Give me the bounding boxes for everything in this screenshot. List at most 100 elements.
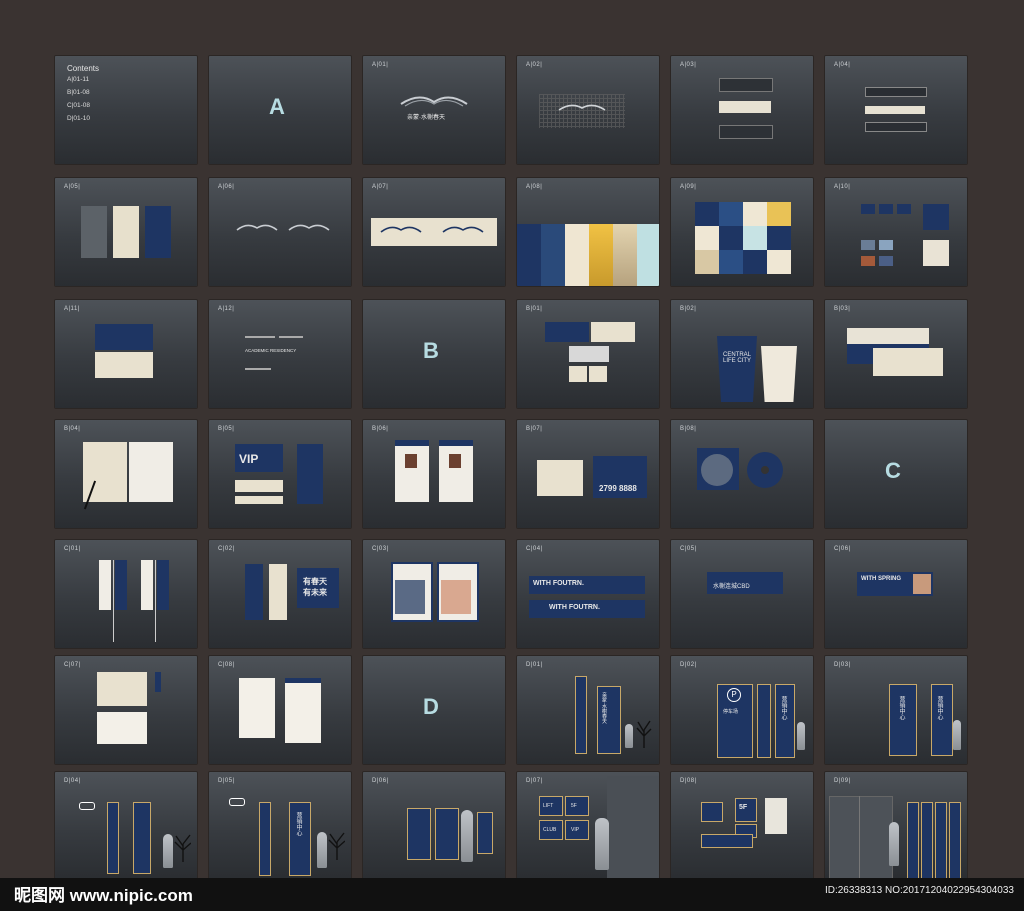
sales-text: 营销中心: [936, 696, 942, 720]
tile-b01[interactable]: B|01|: [517, 300, 659, 408]
color-swatch: [589, 224, 613, 286]
tile-b07[interactable]: B|07| 2799 8888: [517, 420, 659, 528]
vertical-logo-card: [81, 206, 107, 258]
person-silhouette: [953, 720, 961, 750]
sign-text: VIP: [571, 827, 580, 833]
tile-b02[interactable]: B|02| CENTRAL LIFE CITY: [671, 300, 813, 408]
tile-c06[interactable]: C|06| WITH SPRING: [825, 540, 967, 648]
logo-text: 亲蒙·水榭春天: [407, 115, 445, 121]
sales-text: 营销中心: [780, 696, 786, 720]
billboard-text: 水榭连城CBD: [713, 584, 750, 590]
tile-label: A|10|: [834, 184, 851, 190]
vertical-logo-card: [113, 206, 139, 258]
tile-a12[interactable]: A|12| ACADEMIC RESIDENCY: [209, 300, 351, 408]
brochure: [97, 672, 147, 706]
logo-variant: [719, 101, 771, 113]
person-silhouette: [797, 722, 805, 750]
id-badge: [439, 440, 473, 502]
tile-label: B|01|: [526, 306, 543, 312]
tile-a03[interactable]: A|03|: [671, 56, 813, 164]
tile-a08[interactable]: A|08|: [517, 178, 659, 286]
tile-d06[interactable]: D|06|: [363, 772, 505, 880]
tile-a01[interactable]: A|01| 亲蒙·水榭春天: [363, 56, 505, 164]
tile-label: D|04|: [64, 778, 81, 784]
tile-d01[interactable]: D|01| 亲蒙·水榭春天: [517, 656, 659, 764]
brochure-spine: [155, 672, 161, 692]
tree-icon: [328, 832, 345, 860]
pylon-sign: [107, 802, 119, 874]
sales-text: 营销中心: [295, 812, 301, 836]
tile-label: A|01|: [372, 62, 389, 68]
business-card: [545, 322, 589, 342]
tile-a06[interactable]: A|06|: [209, 178, 351, 286]
billboard-text: WITH FOUTRN.: [549, 604, 600, 611]
tile-d09[interactable]: D|09|: [825, 772, 967, 880]
tile-a11[interactable]: A|11|: [55, 300, 197, 408]
floor-text: 5F: [739, 804, 748, 811]
pylon-text: 亲蒙·水榭春天: [601, 692, 607, 724]
wing-logo-pair-icon: [236, 224, 330, 231]
contents-tile[interactable]: Contents A|01-11 B|01-08 C|01-08 D|01-10: [55, 56, 197, 164]
ad-photo: [395, 580, 425, 614]
contents-row: C|01-08: [67, 102, 91, 109]
tile-label: D|05|: [218, 778, 235, 784]
tile-c01[interactable]: C|01|: [55, 540, 197, 648]
badge-photo: [405, 454, 417, 468]
tile-d05[interactable]: D|05| 营销中心: [209, 772, 351, 880]
tile-b05[interactable]: B|05| VIP: [209, 420, 351, 528]
glass-door: [829, 796, 893, 880]
tile-label: C|08|: [218, 662, 235, 668]
tile-b03[interactable]: B|03|: [825, 300, 967, 408]
photo-swatch: [879, 240, 893, 250]
directory-sign: [477, 812, 493, 854]
paper-cup: [717, 336, 757, 402]
tile-label: A|08|: [526, 184, 543, 190]
tile-b04[interactable]: B|04|: [55, 420, 197, 528]
badge-photo: [449, 454, 461, 468]
section-d-cover[interactable]: D: [363, 656, 505, 764]
typeface-line: [245, 336, 275, 338]
banner-flag: [141, 560, 153, 610]
pylon-sign: [889, 684, 917, 756]
pattern-swatch: [897, 204, 911, 214]
tile-a04[interactable]: A|04|: [825, 56, 967, 164]
cd-hole: [761, 466, 769, 474]
tile-a07[interactable]: A|07|: [363, 178, 505, 286]
person-silhouette: [317, 832, 327, 868]
tile-d04[interactable]: D|04|: [55, 772, 197, 880]
tile-label: C|04|: [526, 546, 543, 552]
tile-a10[interactable]: A|10|: [825, 178, 967, 286]
tile-a09[interactable]: A|09|: [671, 178, 813, 286]
section-b-cover[interactable]: B: [363, 300, 505, 408]
tile-b06[interactable]: B|06|: [363, 420, 505, 528]
tile-label: C|07|: [64, 662, 81, 668]
business-card: [569, 366, 587, 382]
contents-title: Contents: [67, 64, 100, 73]
banner-flag: [99, 560, 111, 610]
tile-d08[interactable]: D|08| 5F: [671, 772, 813, 880]
tile-d07[interactable]: D|07| LIFT 5F CLUB VIP: [517, 772, 659, 880]
tile-d02[interactable]: D|02| P 停车场 营销中心: [671, 656, 813, 764]
pylon-sign: [931, 684, 953, 756]
watermark-id: ID:26338313 NO:20171204022954304033: [824, 885, 1014, 896]
tile-a02[interactable]: A|02|: [517, 56, 659, 164]
folder: [297, 444, 323, 504]
person-silhouette: [461, 810, 473, 862]
tile-c04[interactable]: C|04| WITH FOUTRN. WITH FOUTRN.: [517, 540, 659, 648]
wordmark-variant: [865, 106, 925, 114]
parking-icon: P: [727, 688, 741, 702]
section-a-cover[interactable]: A: [209, 56, 351, 164]
tile-c07[interactable]: C|07|: [55, 656, 197, 764]
tile-label: A|04|: [834, 62, 851, 68]
tile-a05[interactable]: A|05|: [55, 178, 197, 286]
section-c-cover[interactable]: C: [825, 420, 967, 528]
tile-b08[interactable]: B|08|: [671, 420, 813, 528]
billboard-text: WITH FOUTRN.: [533, 580, 584, 587]
tile-d03[interactable]: D|03| 营销中心 营销中心: [825, 656, 967, 764]
tile-c08[interactable]: C|08|: [209, 656, 351, 764]
tile-c02[interactable]: C|02| 有春天 有未来: [209, 540, 351, 648]
tile-c03[interactable]: C|03|: [363, 540, 505, 648]
tile-label: D|08|: [680, 778, 697, 784]
tile-c05[interactable]: C|05| 水榭连城CBD: [671, 540, 813, 648]
tile-label: C|01|: [64, 546, 81, 552]
